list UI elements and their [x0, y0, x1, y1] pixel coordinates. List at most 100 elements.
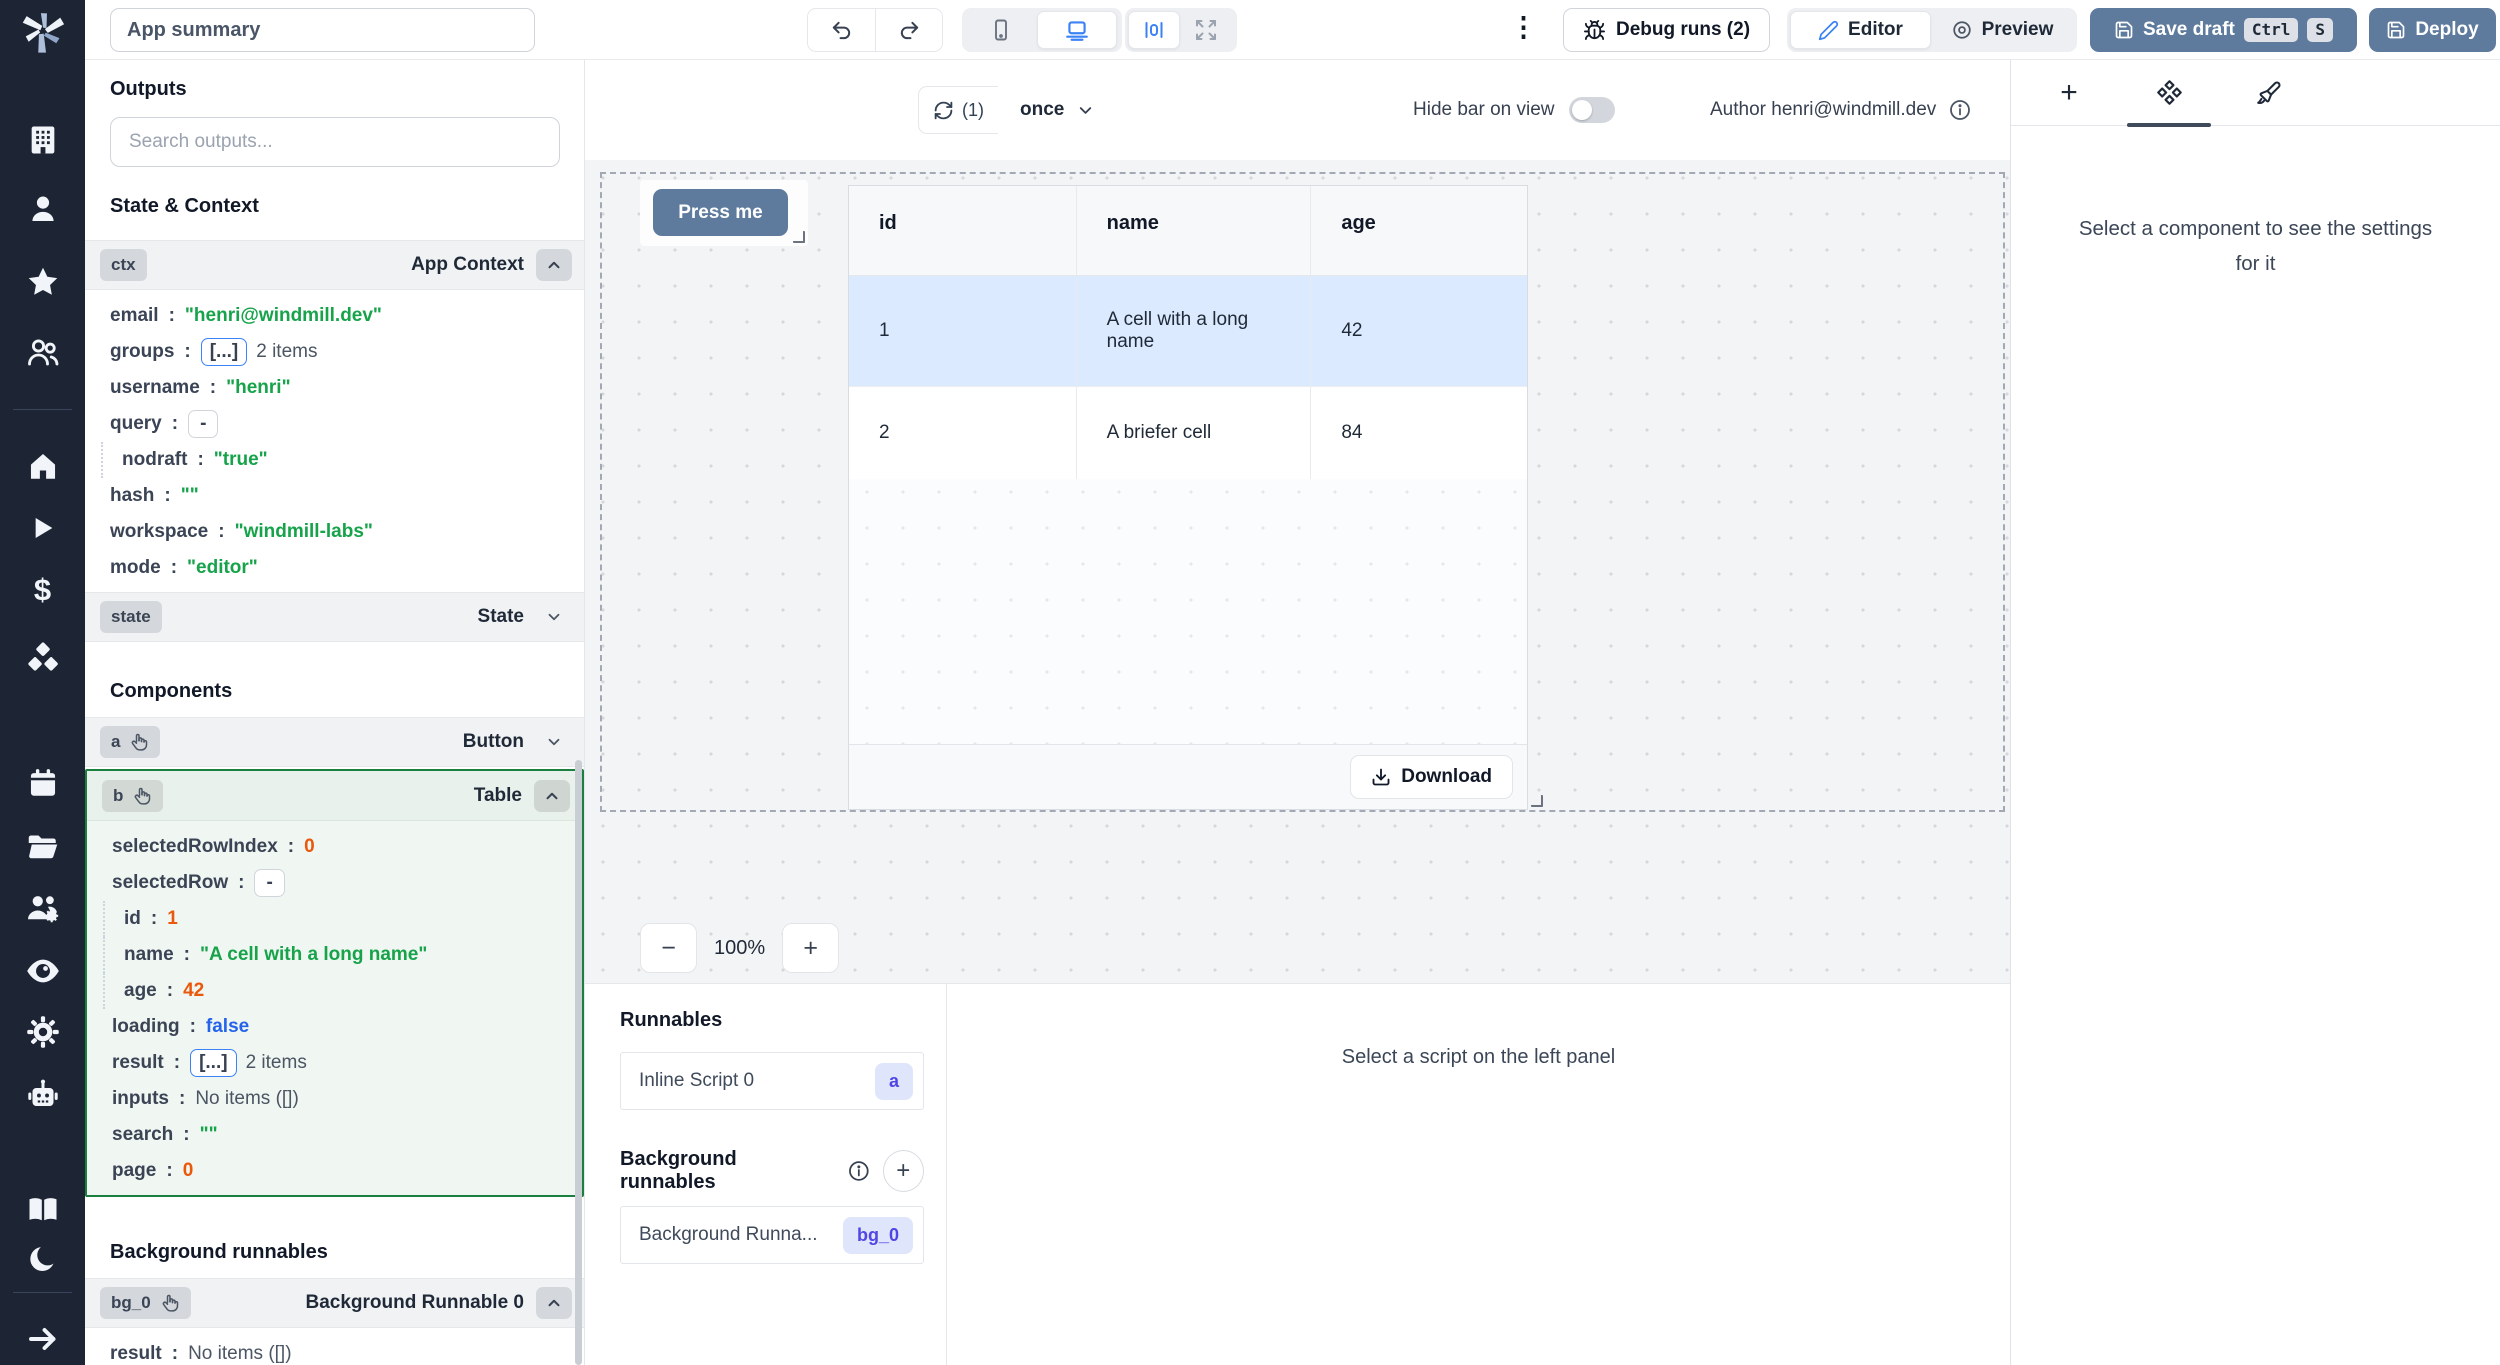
hide-bar-toggle[interactable]	[1569, 97, 1615, 123]
collapse-bg0-button[interactable]	[536, 1287, 572, 1319]
tab-component-settings[interactable]	[2119, 60, 2219, 125]
play-icon[interactable]	[0, 512, 85, 544]
tab-insert-component[interactable]: +	[2019, 60, 2119, 125]
users-gear-icon[interactable]	[0, 890, 85, 926]
folder-icon[interactable]	[0, 828, 85, 864]
component-a-header[interactable]: a Button	[85, 717, 584, 767]
table-component: id name age 1 A cell with a long name 42…	[848, 185, 1528, 810]
component-b-header[interactable]: b Table	[87, 771, 582, 821]
ctx-section-header[interactable]: ctx App Context	[85, 240, 584, 290]
editor-label: Editor	[1848, 19, 1903, 41]
undo-button[interactable]	[808, 9, 875, 51]
background-runnables-label: Background runnables	[620, 1148, 835, 1194]
component-a-badge[interactable]: a	[100, 726, 160, 758]
add-background-runnable-button[interactable]: +	[883, 1150, 924, 1192]
download-label: Download	[1401, 766, 1492, 788]
component-b-badge[interactable]: b	[102, 780, 163, 812]
desktop-view-button[interactable]	[1037, 11, 1117, 49]
mobile-view-button[interactable]	[965, 11, 1037, 49]
center-content-button[interactable]	[1128, 11, 1180, 49]
table-row-selected[interactable]: 1 A cell with a long name 42	[849, 276, 1527, 386]
empty-value-box[interactable]: -	[254, 869, 284, 897]
select-script-message: Select a script on the left panel	[947, 1046, 2010, 1069]
canvas-grid[interactable]: Press me id name age 1 A cell with a lon…	[585, 160, 2010, 983]
expand-array-chip[interactable]: [...]	[190, 1049, 237, 1077]
expand-state-button[interactable]	[536, 601, 572, 633]
smartphone-icon	[989, 18, 1013, 42]
preview-label: Preview	[1982, 19, 2054, 41]
press-me-button[interactable]: Press me	[653, 189, 788, 236]
bg0-section-header[interactable]: bg_0 Background Runnable 0	[85, 1278, 584, 1328]
zoom-out-button[interactable]: −	[640, 923, 697, 973]
state-badge[interactable]: state	[100, 601, 162, 633]
undo-icon	[830, 19, 853, 42]
star-icon[interactable]	[0, 264, 85, 300]
tab-preview[interactable]: Preview	[1931, 11, 2073, 49]
person-icon[interactable]	[0, 192, 85, 226]
tab-editor[interactable]: Editor	[1790, 11, 1931, 49]
hide-bar-label: Hide bar on view	[1413, 99, 1555, 121]
runnable-item-inline-script[interactable]: Inline Script 0 a	[620, 1052, 924, 1110]
tab-styling[interactable]	[2219, 60, 2319, 125]
runnables-panel: Runnables Inline Script 0 a Background r…	[585, 983, 2010, 1365]
home-icon[interactable]	[0, 449, 85, 483]
bg0-badge[interactable]: bg_0	[100, 1287, 191, 1319]
author-info: Author henri@windmill.dev	[1710, 86, 1972, 134]
boxes-icon[interactable]	[0, 640, 85, 676]
resize-handle[interactable]	[793, 231, 805, 243]
moon-icon[interactable]	[0, 1243, 85, 1275]
arrow-right-icon[interactable]	[0, 1321, 85, 1357]
settings-tabbar: +	[2011, 60, 2500, 126]
chevron-down-icon	[545, 733, 563, 751]
device-toggle-group	[962, 8, 1122, 52]
ctx-badge[interactable]: ctx	[100, 249, 147, 281]
column-header-age[interactable]: age	[1310, 186, 1527, 275]
eye-icon[interactable]	[0, 952, 85, 990]
collapse-ctx-button[interactable]	[536, 249, 572, 281]
expand-component-a-button[interactable]	[536, 726, 572, 758]
deploy-button[interactable]: Deploy	[2369, 8, 2496, 52]
debug-runs-button[interactable]: Debug runs (2)	[1563, 8, 1770, 52]
state-context-title: State & Context	[110, 195, 584, 218]
table-empty-area	[849, 479, 1527, 744]
component-b-section: b Table selectedRowIndex:0 selectedRow:-…	[85, 769, 584, 1197]
runnable-item-background[interactable]: Background Runna... bg_0	[620, 1206, 924, 1264]
save-draft-button[interactable]: Save draft Ctrl S	[2090, 8, 2357, 52]
building-icon[interactable]	[0, 123, 85, 157]
windmill-logo[interactable]	[0, 8, 85, 54]
center-align-icon	[1142, 18, 1166, 42]
state-section-label: State	[478, 606, 524, 628]
fullscreen-button[interactable]	[1180, 11, 1232, 49]
outputs-scrollbar[interactable]	[575, 760, 582, 1365]
button-component-wrapper[interactable]: Press me	[640, 180, 808, 246]
table-row[interactable]: 2 A briefer cell 84	[849, 386, 1527, 479]
refresh-mode-select[interactable]: once	[1010, 86, 1105, 134]
pencil-icon	[1818, 20, 1839, 41]
column-header-id[interactable]: id	[849, 186, 1076, 275]
undo-redo-group	[807, 8, 943, 52]
state-section-header[interactable]: state State	[85, 592, 584, 642]
collapse-component-b-button[interactable]	[534, 780, 570, 812]
ctx-section-label: App Context	[411, 254, 524, 276]
expand-array-chip[interactable]: [...]	[201, 338, 248, 366]
refresh-button[interactable]: (1)	[918, 86, 998, 134]
users-icon[interactable]	[0, 334, 85, 370]
laptop-icon	[1064, 17, 1090, 43]
resize-handle[interactable]	[1531, 795, 1543, 807]
dollar-icon[interactable]: $	[0, 574, 85, 605]
download-button[interactable]: Download	[1350, 755, 1513, 799]
hide-bar-control: Hide bar on view	[1413, 86, 1615, 134]
chevron-down-icon	[1076, 101, 1095, 120]
kebab-menu-icon[interactable]: ⋮	[1510, 13, 1537, 43]
column-header-name[interactable]: name	[1076, 186, 1311, 275]
paintbrush-tab-icon	[2256, 80, 2282, 106]
gear-icon[interactable]	[0, 1014, 85, 1050]
app-summary-input[interactable]	[110, 8, 535, 52]
robot-icon[interactable]	[0, 1076, 85, 1112]
book-icon[interactable]	[0, 1191, 85, 1227]
redo-button[interactable]	[875, 9, 942, 51]
zoom-in-button[interactable]: +	[782, 923, 839, 973]
empty-value-box[interactable]: -	[188, 410, 218, 438]
search-outputs-input[interactable]	[110, 117, 560, 167]
calendar-icon[interactable]	[0, 766, 85, 800]
